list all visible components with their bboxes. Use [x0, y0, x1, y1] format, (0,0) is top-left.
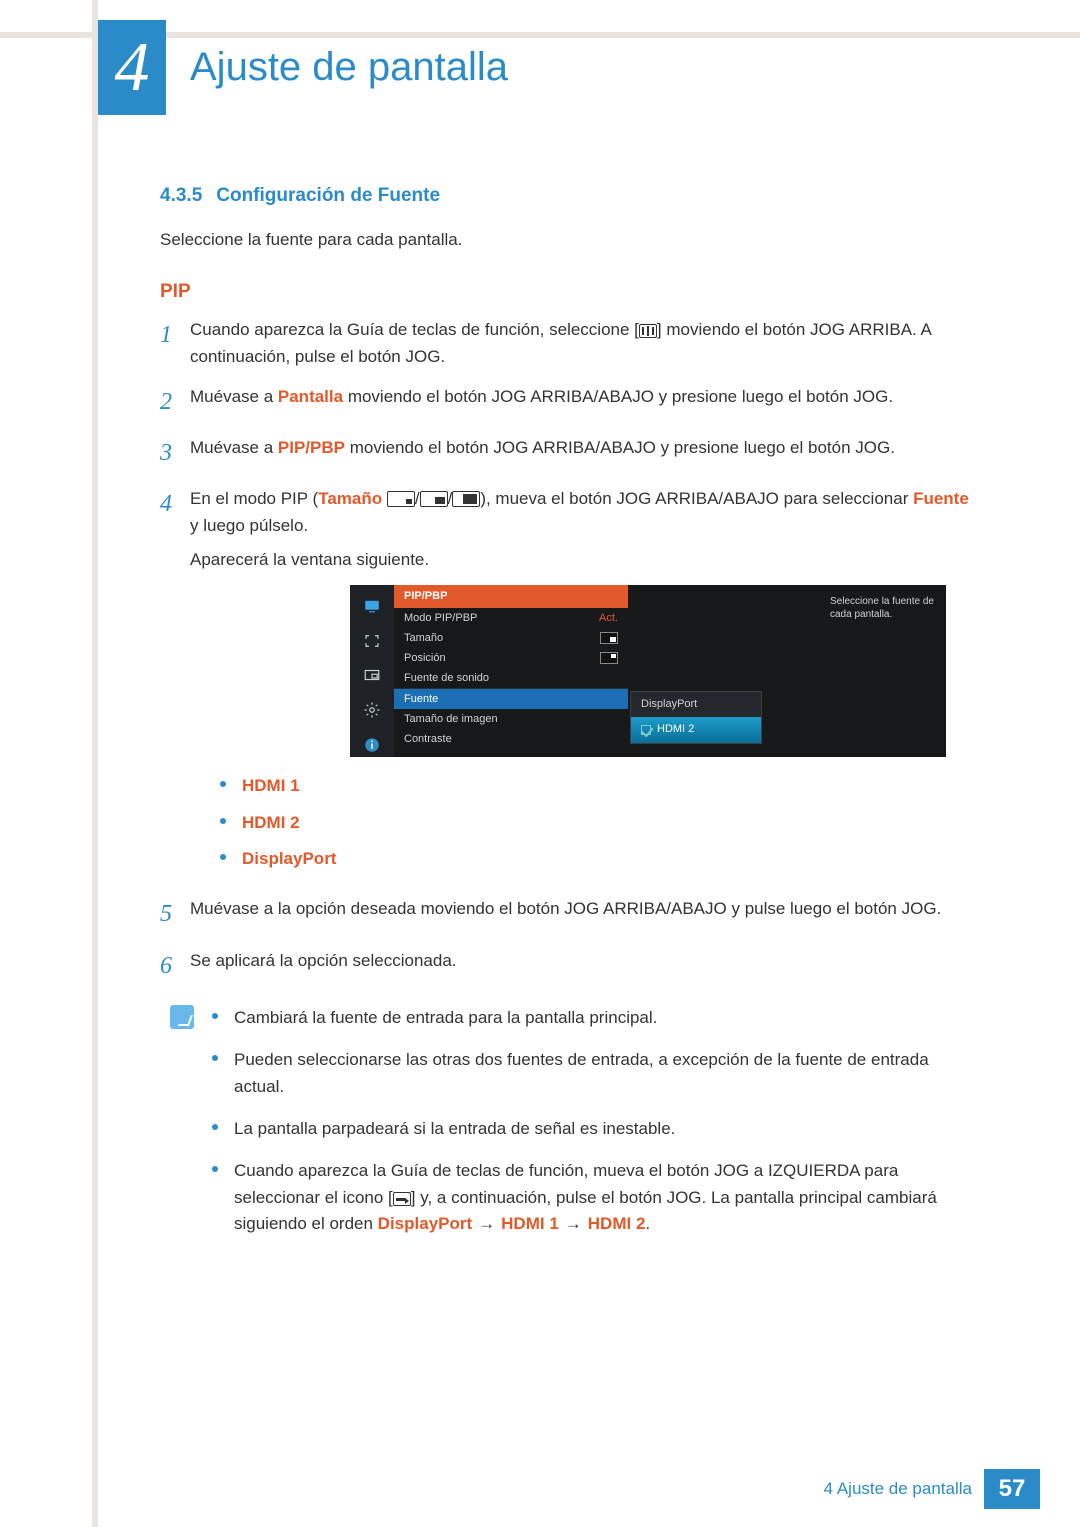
chapter-number: 4	[115, 28, 150, 108]
arrow-icon: →	[478, 1211, 495, 1237]
osd-menu: PIP/PBP Modo PIP/PBPAct. Tamaño Posición…	[350, 585, 946, 757]
osd-source-option-selected: HDMI 2	[631, 717, 761, 742]
note-item: Cuando aparezca la Guía de teclas de fun…	[212, 1158, 980, 1237]
step-number: 4	[160, 486, 190, 882]
step-3: 3 Muévase a PIP/PBP moviendo el botón JO…	[160, 435, 980, 472]
step-number: 1	[160, 317, 190, 370]
osd-picture-icon	[359, 593, 385, 618]
pip-size-value-icon	[600, 632, 618, 644]
note-item: La pantalla parpadeará si la entrada de …	[212, 1116, 980, 1142]
osd-sidebar	[350, 585, 394, 757]
source-options-list: HDMI 1 HDMI 2 DisplayPort	[190, 773, 980, 872]
osd-row-source: Fuente	[394, 689, 628, 709]
osd-source-dropdown: DisplayPort HDMI 2	[630, 691, 762, 743]
pip-size-small-icon	[387, 491, 415, 507]
side-rule	[92, 0, 98, 1527]
step-text: Se aplicará la opción seleccionada.	[190, 948, 980, 974]
step-text: Muévase a PIP/PBP moviendo el botón JOG …	[190, 435, 980, 461]
highlight: PIP/PBP	[278, 438, 345, 457]
footer-page-number: 57	[984, 1469, 1040, 1509]
note-list: Cambiará la fuente de entrada para la pa…	[212, 1005, 980, 1253]
osd-row-contrast: Contraste	[394, 729, 628, 749]
step-number: 5	[160, 896, 190, 933]
step-5: 5 Muévase a la opción deseada moviendo e…	[160, 896, 980, 933]
highlight: Pantalla	[278, 387, 343, 406]
step-6: 6 Se aplicará la opción seleccionada.	[160, 948, 980, 985]
highlight: Tamaño	[318, 489, 382, 508]
intro-text: Seleccione la fuente para cada pantalla.	[160, 227, 980, 253]
pip-size-medium-icon	[420, 491, 448, 507]
highlight: Fuente	[913, 489, 969, 508]
osd-row-sound: Fuente de sonido	[394, 668, 628, 688]
section-title: Configuración de Fuente	[216, 185, 440, 206]
note-block: Cambiará la fuente de entrada para la pa…	[160, 1005, 980, 1253]
step-text: En el modo PIP (Tamaño //), mueva el bot…	[190, 486, 980, 539]
source-icon	[393, 1192, 411, 1206]
steps-list: 1 Cuando aparezca la Guía de teclas de f…	[160, 317, 980, 985]
osd-source-option: DisplayPort	[631, 692, 761, 717]
osd-info-icon	[359, 733, 385, 758]
menu-icon	[639, 324, 657, 338]
osd-description: Seleccione la fuente de cada pantalla.	[830, 595, 938, 621]
chapter-number-box: 4	[98, 20, 166, 115]
osd-row-mode: Modo PIP/PBPAct.	[394, 608, 628, 628]
pip-size-large-icon	[452, 491, 480, 507]
pip-position-value-icon	[600, 652, 618, 664]
osd-main: PIP/PBP Modo PIP/PBPAct. Tamaño Posición…	[394, 585, 628, 757]
osd-row-imagesize: Tamaño de imagen	[394, 709, 628, 729]
note-icon	[170, 1005, 194, 1029]
step-1: 1 Cuando aparezca la Guía de teclas de f…	[160, 317, 980, 370]
source-option: HDMI 2	[220, 810, 980, 836]
osd-screen-icon	[359, 628, 385, 653]
section-heading: 4.3.5 Configuración de Fuente	[160, 185, 980, 207]
step-4: 4 En el modo PIP (Tamaño //), mueva el b…	[160, 486, 980, 882]
step-text: Cuando aparezca la Guía de teclas de fun…	[190, 317, 980, 370]
step-number: 6	[160, 948, 190, 985]
osd-title: PIP/PBP	[394, 585, 628, 608]
step-number: 2	[160, 384, 190, 421]
step-text: Muévase a Pantalla moviendo el botón JOG…	[190, 384, 980, 410]
step-after: Aparecerá la ventana siguiente.	[190, 547, 980, 573]
note-item: Cambiará la fuente de entrada para la pa…	[212, 1005, 980, 1031]
footer: 4 Ajuste de pantalla 57	[0, 1469, 1080, 1509]
osd-settings-icon	[359, 698, 385, 723]
step-text: Muévase a la opción deseada moviendo el …	[190, 896, 980, 922]
osd-row-position: Posición	[394, 648, 628, 668]
source-option: HDMI 1	[220, 773, 980, 799]
content-area: 4.3.5 Configuración de Fuente Seleccione …	[160, 185, 980, 1253]
source-option: DisplayPort	[220, 846, 980, 872]
footer-label: 4 Ajuste de pantalla	[824, 1479, 972, 1499]
step-number: 3	[160, 435, 190, 472]
osd-pip-icon	[359, 663, 385, 688]
osd-row-size: Tamaño	[394, 628, 628, 648]
chapter-title: Ajuste de pantalla	[190, 45, 508, 90]
step-2: 2 Muévase a Pantalla moviendo el botón J…	[160, 384, 980, 421]
check-icon	[641, 725, 651, 735]
note-item: Pueden seleccionarse las otras dos fuent…	[212, 1047, 980, 1100]
section-number: 4.3.5	[160, 185, 202, 206]
arrow-icon: →	[565, 1211, 582, 1237]
pip-heading: PIP	[160, 281, 980, 303]
